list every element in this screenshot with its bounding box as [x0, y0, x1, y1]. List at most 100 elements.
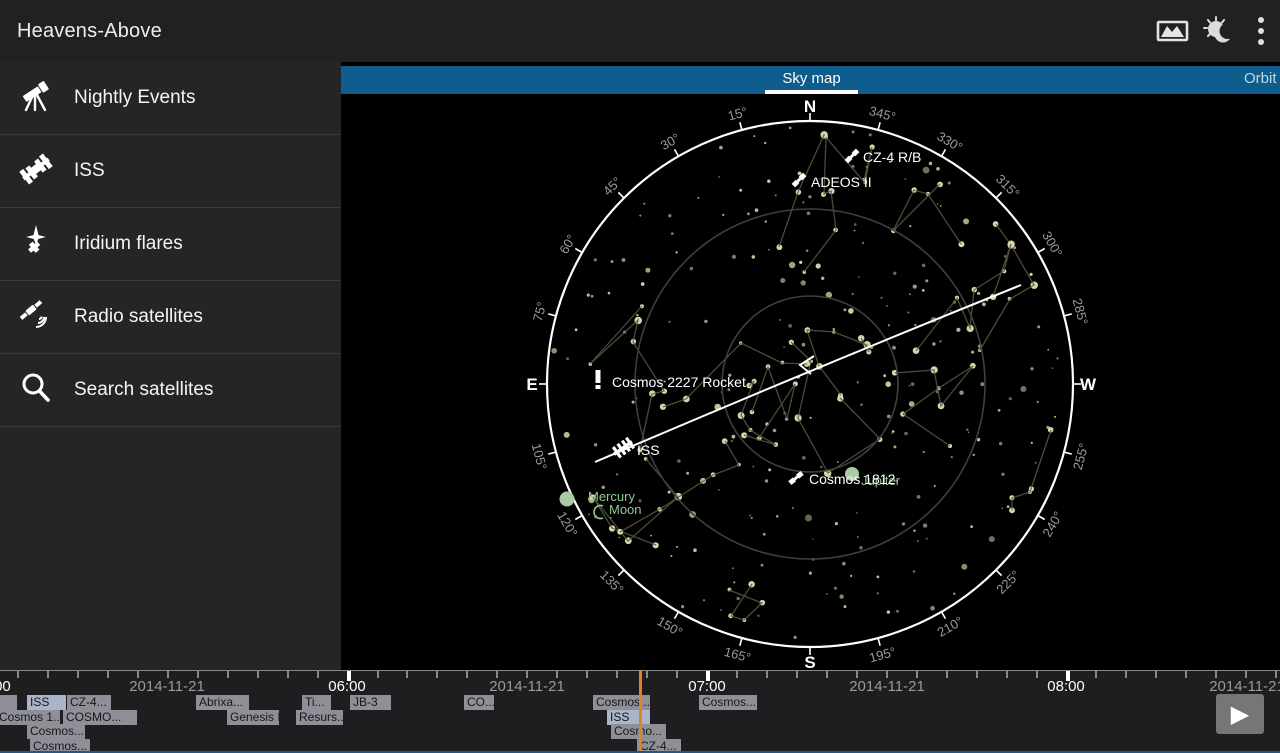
timeline-event-chip[interactable]: CZ-4... [67, 695, 111, 710]
ruler-minute-tick [1245, 671, 1247, 678]
timeline: 05:00 06:00 07:00 08:00 2014-11-21 2014-11-21… [0, 670, 1280, 753]
timeline-event-chip[interactable]: ... [0, 695, 17, 710]
ruler-minute-tick [1215, 671, 1217, 678]
ruler-minute-tick [826, 671, 828, 678]
space-station-icon [17, 151, 55, 192]
tab-bar: Sky map Orbit [341, 66, 1280, 94]
ruler-minute-tick [77, 671, 79, 678]
ruler-minute-tick [676, 671, 678, 678]
ruler-minute-tick [886, 671, 888, 678]
ruler-minute-tick [1155, 671, 1157, 678]
drawer-item-label: Search satellites [74, 379, 213, 401]
satellite-label-cz-4-rb: CZ-4 R/B [863, 149, 921, 165]
cardinal-label-N: N [804, 97, 816, 116]
ruler-minute-tick [167, 671, 169, 678]
drawer-item-search-satellites[interactable]: Search satellites [0, 354, 341, 427]
ruler-minute-tick [586, 671, 588, 678]
whole-sky-view-icon[interactable] [1150, 8, 1196, 54]
satellite-label-cosmos-2227-rocket: Cosmos 2227 Rocket [612, 374, 746, 390]
azimuth-degree-label: 150° [655, 613, 686, 639]
ruler-minute-tick [946, 671, 948, 678]
ruler-minute-tick [1095, 671, 1097, 678]
timeline-event-chip[interactable]: CO... [464, 695, 494, 710]
timeline-date-label: 2014-11-21 [129, 678, 205, 696]
ruler-minute-tick [556, 671, 558, 678]
ruler-minute-tick [796, 671, 798, 678]
drawer-item-label: Nightly Events [74, 87, 195, 109]
drawer-item-label: Radio satellites [74, 306, 203, 328]
timeline-event-chip[interactable]: ISS [607, 710, 650, 725]
azimuth-degree-label: 255° [1070, 442, 1091, 472]
play-button[interactable]: ▶ [1216, 694, 1264, 734]
timeline-event-chip[interactable]: Cosmos... [27, 724, 85, 739]
ruler-minute-tick [287, 671, 289, 678]
timeline-hour-label: 06:00 [328, 678, 366, 696]
timeline-hour-label: 07:00 [688, 678, 726, 696]
satellite-marker-cosmos-1812[interactable]: Cosmos 1812 [788, 471, 895, 487]
ruler-minute-tick [736, 671, 738, 678]
drawer-item-label: Iridium flares [74, 233, 183, 255]
ruler-minute-tick [466, 671, 468, 678]
timeline-event-chip[interactable]: Cosmos 1... [0, 710, 60, 725]
ruler-minute-tick [616, 671, 618, 678]
ruler-minute-tick [317, 671, 319, 678]
ruler-minute-tick [17, 671, 19, 678]
satellite-label-cosmos-1812: Cosmos 1812 [809, 471, 896, 487]
ruler-minute-tick [47, 671, 49, 678]
telescope-icon [17, 78, 55, 119]
azimuth-degree-label: 210° [935, 613, 966, 639]
ruler-minute-tick [856, 671, 858, 678]
azimuth-degree-label: 165° [723, 644, 753, 665]
overflow-menu-icon[interactable] [1242, 8, 1280, 54]
drawer-item-label: ISS [74, 160, 105, 182]
timeline-hour-label: 08:00 [1047, 678, 1085, 696]
timeline-hour-label: 05:00 [0, 678, 11, 696]
azimuth-degree-label: 75° [530, 300, 550, 323]
radio-satellite-icon [17, 297, 55, 338]
timeline-event-chip[interactable]: Cosmos... [699, 695, 757, 710]
navigation-drawer: Nightly Events ISS Iridium flares Radio sat… [0, 62, 341, 670]
search-icon [17, 370, 55, 411]
night-mode-icon[interactable] [1196, 8, 1242, 54]
satellite-marker-iss[interactable]: ISS [610, 436, 659, 459]
iridium-flare-icon [17, 224, 55, 265]
active-tab-indicator [765, 90, 858, 94]
timeline-event-chip[interactable]: Ti... [302, 695, 331, 710]
azimuth-degree-label: 330° [935, 128, 966, 154]
ruler-minute-tick [227, 671, 229, 678]
timeline-event-chip[interactable]: Genesis I [227, 710, 279, 725]
drawer-item-nightly-events[interactable]: Nightly Events [0, 62, 341, 135]
azimuth-degree-label: 30° [658, 130, 683, 153]
drawer-item-iss[interactable]: ISS [0, 135, 341, 208]
drawer-item-radio-satellites[interactable]: Radio satellites [0, 281, 341, 354]
sky-map[interactable]: NESW15°30°45°60°75°105°120°135°150°165°1… [340, 94, 1280, 670]
azimuth-degree-label: 60° [556, 232, 579, 257]
cardinal-label-E: E [526, 375, 537, 394]
ruler-minute-tick [137, 671, 139, 678]
ruler-minute-tick [1185, 671, 1187, 678]
drawer-item-iridium-flares[interactable]: Iridium flares [0, 208, 341, 281]
timeline-event-chip[interactable]: JB-3 [350, 695, 391, 710]
azimuth-degree-label: 105° [529, 442, 550, 472]
ruler-minute-tick [526, 671, 528, 678]
ruler-minute-tick [1036, 671, 1038, 678]
azimuth-degree-label: 285° [1070, 297, 1091, 327]
timeline-event-chip[interactable]: ISS [27, 695, 66, 710]
timeline-event-chip[interactable]: Abrixa... [196, 695, 249, 710]
satellite-marker-cz-4-rb[interactable]: CZ-4 R/B [845, 149, 922, 165]
ruler-minute-tick [766, 671, 768, 678]
ruler-minute-tick [257, 671, 259, 678]
timeline-event-chip[interactable]: COSMO... [63, 710, 137, 725]
sky-map-area[interactable]: NESW15°30°45°60°75°105°120°135°150°165°1… [340, 94, 1280, 670]
play-icon: ▶ [1231, 700, 1249, 729]
timeline-date-label: 2014-11-21 [489, 678, 565, 696]
time-cursor[interactable] [639, 670, 642, 753]
planet-label-moon: Moon [609, 502, 642, 517]
timeline-event-chip[interactable]: Resurs... [296, 710, 343, 725]
ruler-minute-tick [1125, 671, 1127, 678]
azimuth-degree-label: 300° [1039, 229, 1065, 260]
ruler-minute-tick [406, 671, 408, 678]
satellite-label-iss: ISS [637, 442, 660, 458]
azimuth-degree-label: 15° [726, 104, 749, 124]
tab-orbit[interactable]: Orbit [1244, 66, 1277, 94]
